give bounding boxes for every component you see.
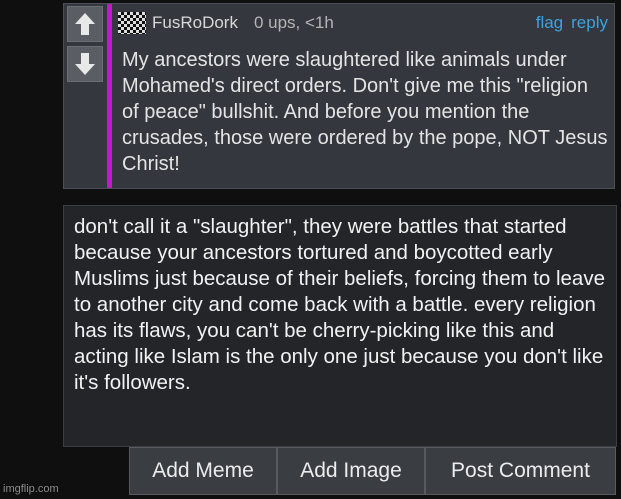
downvote-button[interactable] bbox=[67, 46, 103, 82]
reply-textarea[interactable]: don't call it a "slaughter", they were b… bbox=[63, 205, 617, 447]
vote-controls bbox=[64, 4, 106, 88]
flag-link[interactable]: flag bbox=[536, 13, 563, 33]
comment-actions: flag reply bbox=[536, 13, 608, 33]
reply-text[interactable]: don't call it a "slaughter", they were b… bbox=[74, 214, 609, 396]
post-comment-button[interactable]: Post Comment bbox=[425, 447, 616, 495]
comment-meta: FusRoDork 0 ups, <1h flag reply bbox=[118, 12, 608, 34]
arrow-up-icon bbox=[75, 13, 95, 35]
comment-username[interactable]: FusRoDork bbox=[152, 13, 238, 33]
add-meme-button[interactable]: Add Meme bbox=[129, 447, 277, 495]
parent-comment: FusRoDork 0 ups, <1h flag reply My ances… bbox=[63, 3, 615, 189]
arrow-down-icon bbox=[75, 53, 95, 75]
comment-body: My ancestors were slaughtered like anima… bbox=[122, 49, 608, 175]
comment-stats: 0 ups, <1h bbox=[253, 13, 334, 32]
comment-highlight-bar bbox=[107, 4, 112, 188]
reply-link[interactable]: reply bbox=[571, 13, 608, 33]
upvote-button[interactable] bbox=[67, 6, 103, 42]
reply-button-row: Add Meme Add Image Post Comment bbox=[129, 447, 616, 495]
add-image-button[interactable]: Add Image bbox=[277, 447, 425, 495]
imgflip-watermark: imgflip.com bbox=[3, 483, 59, 495]
user-avatar[interactable] bbox=[118, 12, 146, 34]
